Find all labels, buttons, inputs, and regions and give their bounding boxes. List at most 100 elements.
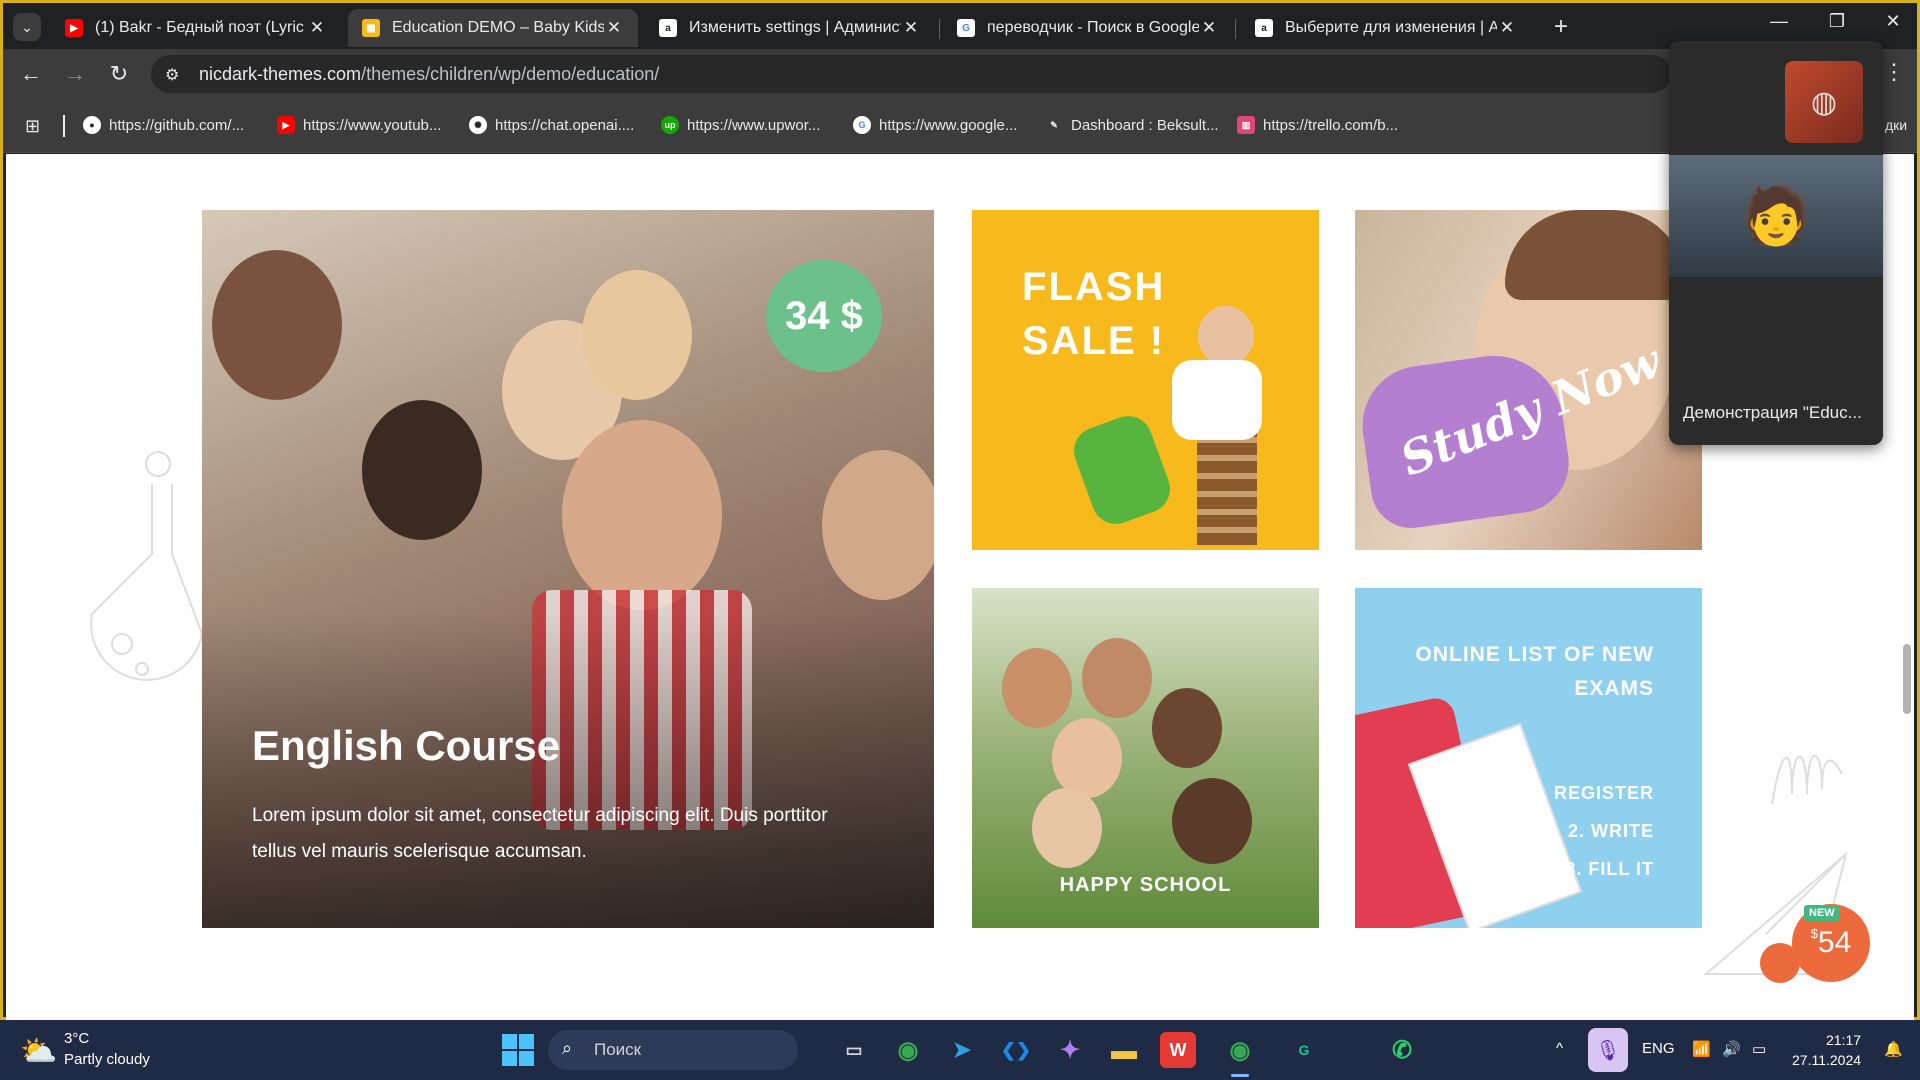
- flask-doodle-icon: [90, 451, 204, 681]
- presentation-label: Демонстрация "Educ...: [1683, 403, 1862, 422]
- flash-sale-title: FLASH SALE !: [1022, 265, 1166, 363]
- bookmark-github[interactable]: ● https://github.com/...: [83, 116, 244, 134]
- reload-button[interactable]: ↻: [105, 61, 133, 89]
- system-clock[interactable]: 21:17 27.11.2024: [1792, 1030, 1861, 1070]
- exams-steps: 1. REGISTER 2. WRITE 3. FILL IT: [1531, 774, 1654, 888]
- course-title[interactable]: English Course: [252, 722, 560, 770]
- price-badge: 34 $: [766, 260, 882, 372]
- microphone-icon[interactable]: 🎙: [1588, 1028, 1628, 1072]
- bookmark-label: Dashboard : Beksult...: [1071, 116, 1219, 134]
- english-course-card[interactable]: 34 $ English Course Lorem ipsum dolor si…: [202, 210, 934, 928]
- tab-youtube[interactable]: ▶ (1) Bakr - Бедный поэт (Lyric Vi ✕: [51, 9, 341, 47]
- back-button[interactable]: ←: [17, 61, 45, 89]
- minimize-button[interactable]: —: [1759, 11, 1799, 32]
- forward-button[interactable]: →: [61, 61, 89, 89]
- happy-school-card[interactable]: HAPPY SCHOOL: [972, 588, 1319, 928]
- url-host: nicdark-themes.com: [199, 64, 362, 84]
- whatsapp-app[interactable]: ✆: [1384, 1032, 1420, 1068]
- new-tab-button[interactable]: +: [1547, 13, 1575, 41]
- copilot-app[interactable]: ✦: [1052, 1032, 1088, 1068]
- search-icon: ⌕: [562, 1038, 573, 1058]
- close-icon[interactable]: ✕: [307, 18, 327, 38]
- telegram-app[interactable]: ➤: [944, 1032, 980, 1068]
- browser-toolbar: ← → ↻ ⚙ nicdark-themes.com/themes/childr…: [3, 49, 1917, 99]
- participant-tile-presenter[interactable]: 🧑: [1669, 155, 1883, 277]
- bookmark-upwork[interactable]: up https://www.upwor...: [661, 116, 820, 134]
- bookmark-label: https://www.google...: [879, 116, 1018, 134]
- bookmark-label: https://github.com/...: [109, 116, 245, 134]
- tab-title: Education DEMO – Baby Kids Pr: [392, 19, 604, 36]
- bookmark-overflow[interactable]: дки: [1885, 117, 1907, 133]
- restore-button[interactable]: ❐: [1817, 11, 1857, 32]
- wps-office-app[interactable]: W: [1160, 1032, 1196, 1068]
- close-icon[interactable]: ✕: [604, 18, 624, 38]
- bookmark-youtube[interactable]: ▶ https://www.youtub...: [277, 116, 441, 134]
- close-icon[interactable]: ✕: [1199, 18, 1219, 38]
- tab-title: (1) Bakr - Бедный поэт (Lyric Vi: [95, 19, 307, 36]
- apps-grid-icon[interactable]: ⊞: [25, 116, 40, 137]
- weather-description[interactable]: Partly cloudy: [64, 1051, 150, 1068]
- tab-separator: [1235, 19, 1236, 39]
- bookmark-label: https://chat.openai....: [495, 116, 635, 134]
- participant-tile[interactable]: ◍: [1785, 61, 1863, 143]
- child-image: [212, 250, 342, 400]
- exams-title: ONLINE LIST OF NEW EXAMS: [1415, 643, 1654, 700]
- bookmark-trello[interactable]: ▥ https://trello.com/b...: [1237, 116, 1398, 134]
- weather-temperature[interactable]: 3°C: [64, 1030, 89, 1047]
- volume-icon[interactable]: 🔊: [1722, 1040, 1741, 1058]
- start-button[interactable]: [502, 1034, 534, 1066]
- google-icon: G: [853, 116, 871, 134]
- github-icon: ●: [83, 116, 101, 134]
- online-exams-card[interactable]: ONLINE LIST OF NEW EXAMS 1. REGISTER 2. …: [1355, 588, 1702, 928]
- chrome-app[interactable]: ◉: [890, 1032, 926, 1068]
- taskbar-search[interactable]: ⌕ Поиск: [548, 1030, 798, 1070]
- tab-django-settings[interactable]: a Изменить settings | Администр ✕: [645, 9, 935, 47]
- language-indicator[interactable]: ENG: [1642, 1040, 1675, 1057]
- tab-education-demo[interactable]: ▦ Education DEMO – Baby Kids Pr ✕: [348, 9, 638, 47]
- youtube-icon: ▶: [65, 19, 83, 37]
- tray-chevron-icon[interactable]: ^: [1556, 1040, 1563, 1057]
- wifi-icon[interactable]: 📶: [1692, 1040, 1711, 1058]
- youtube-icon: ▶: [277, 116, 295, 134]
- file-explorer-app[interactable]: ▬: [1106, 1032, 1142, 1068]
- close-icon[interactable]: ✕: [1497, 18, 1517, 38]
- site-info-icon[interactable]: ⚙: [165, 65, 179, 85]
- exam-step: 1. REGISTER: [1530, 783, 1654, 803]
- bookmark-separator: [63, 115, 65, 137]
- tab-separator: [939, 19, 940, 39]
- tab-django-list[interactable]: a Выберите для изменения | Ад ✕: [1241, 9, 1531, 47]
- flash-sale-card[interactable]: FLASH SALE !: [972, 210, 1319, 550]
- grammarly-app[interactable]: G: [1286, 1032, 1322, 1068]
- scrollbar-thumb[interactable]: [1903, 644, 1911, 714]
- tab-title: Выберите для изменения | Ад: [1285, 19, 1497, 36]
- child-image: [562, 420, 722, 610]
- child-hair: [1505, 210, 1685, 300]
- url-text[interactable]: nicdark-themes.com/themes/children/wp/de…: [199, 64, 659, 85]
- tab-google-search[interactable]: G переводчик - Поиск в Google ✕: [943, 9, 1233, 47]
- django-admin-icon: a: [659, 19, 677, 37]
- browser-menu-icon[interactable]: ⋮: [1883, 59, 1905, 85]
- task-view-app[interactable]: ▭: [836, 1032, 872, 1068]
- battery-icon[interactable]: ▭: [1752, 1040, 1766, 1058]
- address-bar[interactable]: ⚙ nicdark-themes.com/themes/children/wp/…: [151, 55, 1671, 93]
- bookmark-label: https://trello.com/b...: [1263, 116, 1399, 134]
- dashboard-icon: ✎: [1045, 116, 1063, 134]
- study-now-card[interactable]: Study Now: [1355, 210, 1702, 550]
- clock-date: 27.11.2024: [1792, 1052, 1862, 1068]
- book-stack: [1197, 425, 1257, 545]
- chrome-profile-app[interactable]: ◉: [1222, 1032, 1258, 1068]
- weather-icon[interactable]: ⛅: [20, 1034, 57, 1069]
- video-call-overlay[interactable]: ◍ 🧑 Демонстрация "Educ...: [1669, 41, 1883, 445]
- notifications-icon[interactable]: 🔔: [1884, 1040, 1903, 1058]
- tab-strip: ⌄ ▶ (1) Bakr - Бедный поэт (Lyric Vi ✕ ▦…: [3, 3, 1917, 49]
- close-icon[interactable]: ✕: [901, 18, 921, 38]
- tab-search-button[interactable]: ⌄: [13, 13, 41, 41]
- bookmark-openai[interactable]: ✺ https://chat.openai....: [469, 116, 634, 134]
- bookmark-label: https://www.upwor...: [687, 116, 821, 134]
- close-window-button[interactable]: ✕: [1873, 11, 1913, 32]
- vscode-app[interactable]: ❮❯: [998, 1032, 1034, 1068]
- child-image: [1002, 648, 1072, 728]
- bookmark-google[interactable]: G https://www.google...: [853, 116, 1017, 134]
- django-admin-icon: a: [1255, 19, 1273, 37]
- bookmark-dashboard[interactable]: ✎ Dashboard : Beksult...: [1045, 116, 1219, 134]
